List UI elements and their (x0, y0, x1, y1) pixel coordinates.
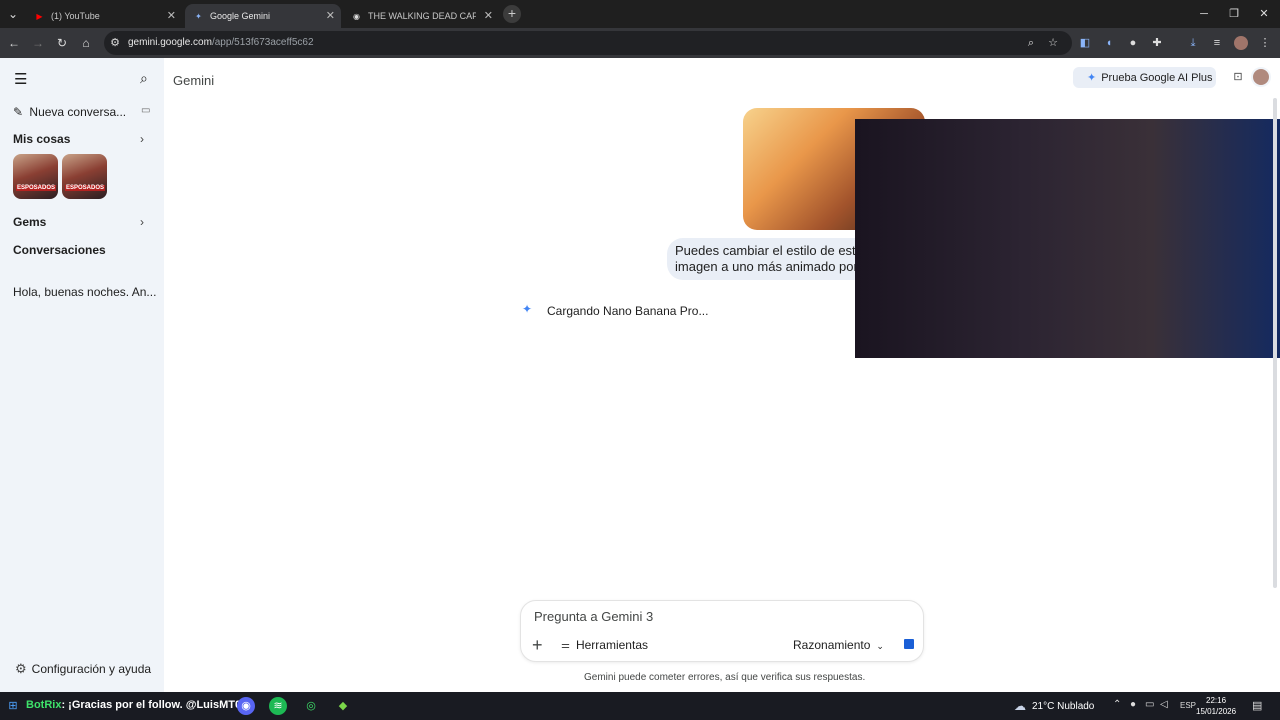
sidebar: ☰ ⌕ ✎ Nueva conversa... ▭ Mis cosas › ES… (0, 58, 164, 692)
language-indicator[interactable]: ESP (1180, 701, 1196, 710)
my-stuff-link[interactable]: Mis cosas (13, 132, 70, 146)
gems-link[interactable]: Gems (13, 215, 46, 229)
gemini-icon: ✦ (195, 11, 202, 21)
my-stuff-thumbnail[interactable]: ESPOSADOS (13, 154, 58, 199)
lock-icon[interactable]: ⊡ (1231, 70, 1245, 84)
mode-label: Razonamiento (793, 638, 871, 652)
disclaimer: Gemini puede cometer errores, así que ve… (584, 672, 866, 683)
tools-label: Herramientas (575, 638, 648, 652)
show-hidden-icons[interactable]: ⌃ (1113, 699, 1121, 710)
chat-ticker: BotRix: ¡Gracias por el follow. @LuisMT0… (26, 699, 251, 711)
close-icon[interactable]: ✕ (484, 9, 493, 22)
thumbnail-label: ESPOSADOS (16, 185, 57, 191)
scrollbar[interactable] (1273, 98, 1277, 588)
minimize-icon[interactable]: ─ (1188, 0, 1220, 28)
browser-tab-bar: ⌄ ▶ (1) YouTube ✕ ✦ Google Gemini ✕ ◉ TH… (0, 0, 1280, 28)
forward-icon[interactable]: → (30, 35, 46, 51)
my-stuff-thumbnail[interactable]: ESPOSADOS (62, 154, 107, 199)
webcam-overlay (855, 119, 1280, 358)
network-icon[interactable]: ▭ (1145, 699, 1154, 710)
loading-status: Cargando Nano Banana Pro... (547, 304, 709, 318)
mode-selector[interactable]: Razonamiento ⌄ (793, 638, 884, 652)
tab-title: Google Gemini (210, 11, 271, 21)
youtube-icon: ▶ (36, 11, 43, 21)
notification-icon[interactable]: ▤ (1252, 699, 1262, 712)
spark-icon: ✦ (1087, 72, 1097, 84)
discord-icon[interactable]: ◉ (237, 697, 255, 715)
url-text: gemini.google.com/app/513f673aceff5c62 (128, 37, 314, 48)
clock-time: 22:16 (1206, 696, 1227, 705)
chevron-down-icon: ⌄ (876, 641, 884, 651)
windows-start-icon[interactable]: ⊞ (4, 697, 22, 715)
translate-icon[interactable]: ◧ (1078, 36, 1092, 50)
clock[interactable]: 22:16 15/01/2026 (1196, 695, 1236, 717)
settings-label: Configuración y ayuda (31, 662, 152, 676)
ticker-text: : ¡Gracias por el follow. @LuisMT05! (61, 699, 251, 711)
site-info-icon[interactable]: ⚙ (108, 36, 122, 50)
conversations-heading: Conversaciones (13, 243, 106, 257)
tab-title: (1) YouTube (51, 11, 100, 21)
download-icon[interactable]: ⤓ (1186, 36, 1200, 50)
browser-toolbar: ← → ↻ ⌂ ⚙ gemini.google.com/app/513f673a… (0, 28, 1280, 58)
chevron-right-icon[interactable]: › (140, 215, 144, 229)
tools-button[interactable]: ⚌ Herramientas (561, 638, 648, 652)
puzzle-icon[interactable]: ✚ (1150, 36, 1164, 50)
chrome-icon: ◉ (353, 11, 360, 21)
taskbar: ⊞ BotRix: ¡Gracias por el follow. @LuisM… (0, 692, 1280, 720)
weather-widget[interactable]: ☁ 21°C Nublado (1014, 699, 1094, 713)
microphone-icon[interactable]: ● (1130, 699, 1136, 710)
search-icon[interactable]: ⌕ (140, 70, 148, 87)
tab-title: THE WALKING DEAD CAPITULO (368, 11, 476, 21)
media-icon[interactable]: ≡ (1210, 36, 1224, 50)
cloud-icon: ☁ (1014, 699, 1026, 713)
address-bar[interactable]: ⚙ gemini.google.com/app/513f673aceff5c62… (104, 31, 1072, 55)
ticker-bot-name: BotRix (26, 699, 62, 711)
tab-gemini[interactable]: ✦ Google Gemini ✕ (185, 4, 341, 28)
weather-text: 21°C Nublado (1032, 700, 1095, 712)
promo-label: Prueba Google AI Plus (1101, 71, 1213, 84)
star-icon[interactable]: ☆ (1046, 36, 1060, 50)
prompt-composer[interactable]: Pregunta a Gemini 3 + ⚌ Herramientas Raz… (520, 600, 924, 662)
close-window-icon[interactable]: ✕ (1248, 0, 1280, 28)
tab-walking-dead[interactable]: ◉ THE WALKING DEAD CAPITULO ✕ (343, 4, 499, 28)
profile-avatar[interactable] (1234, 36, 1248, 50)
back-icon[interactable]: ← (6, 35, 22, 51)
new-tab-button[interactable]: + (503, 5, 521, 23)
chevron-right-icon[interactable]: › (140, 132, 144, 146)
gear-icon: ⚙ (15, 661, 27, 676)
minecraft-icon[interactable]: ◆ (334, 697, 352, 715)
ai-plus-promo-button[interactable]: ✦ Prueba Google AI Plus (1073, 67, 1216, 88)
gemini-app: ☰ ⌕ ✎ Nueva conversa... ▭ Mis cosas › ES… (0, 58, 1280, 692)
clock-date: 15/01/2026 (1196, 707, 1237, 716)
extension-icon[interactable]: ● (1126, 36, 1140, 50)
audio-extension-icon[interactable]: ◖ (1102, 36, 1116, 50)
menu-icon[interactable]: ⋮ (1258, 36, 1272, 50)
thumbnail-label: ESPOSADOS (65, 185, 106, 191)
close-icon[interactable]: ✕ (326, 9, 335, 22)
edit-icon: ✎ (13, 105, 24, 119)
account-avatar[interactable] (1251, 67, 1271, 87)
add-icon[interactable]: + (532, 636, 543, 654)
tab-youtube[interactable]: ▶ (1) YouTube ✕ (26, 4, 182, 28)
recent-chat-item[interactable]: Hola, buenas noches. An... (13, 285, 156, 299)
spark-icon: ✦ (522, 302, 533, 316)
prompt-input[interactable]: Pregunta a Gemini 3 (534, 609, 653, 624)
settings-help-button[interactable]: ⚙ Configuración y ayuda (15, 661, 151, 677)
restore-icon[interactable]: ❐ (1218, 0, 1250, 28)
page-title[interactable]: Gemini (173, 73, 214, 88)
temporary-chat-icon[interactable]: ▭ (141, 105, 150, 116)
close-icon[interactable]: ✕ (167, 9, 176, 22)
tab-list-chevron-icon[interactable]: ⌄ (5, 6, 21, 22)
hamburger-menu-icon[interactable]: ☰ (14, 70, 27, 88)
app-icon[interactable]: ◎ (302, 697, 320, 715)
new-chat-label: Nueva conversa... (29, 105, 127, 119)
sliders-icon: ⚌ (561, 639, 570, 651)
zoom-icon[interactable]: ⌕ (1024, 36, 1038, 50)
new-chat-button[interactable]: ✎ Nueva conversa... (13, 105, 126, 119)
volume-icon[interactable]: ◁ (1160, 699, 1168, 710)
home-icon[interactable]: ⌂ (78, 35, 94, 51)
stop-button[interactable] (904, 639, 914, 649)
reload-icon[interactable]: ↻ (54, 35, 70, 51)
spotify-icon[interactable]: ≋ (269, 697, 287, 715)
